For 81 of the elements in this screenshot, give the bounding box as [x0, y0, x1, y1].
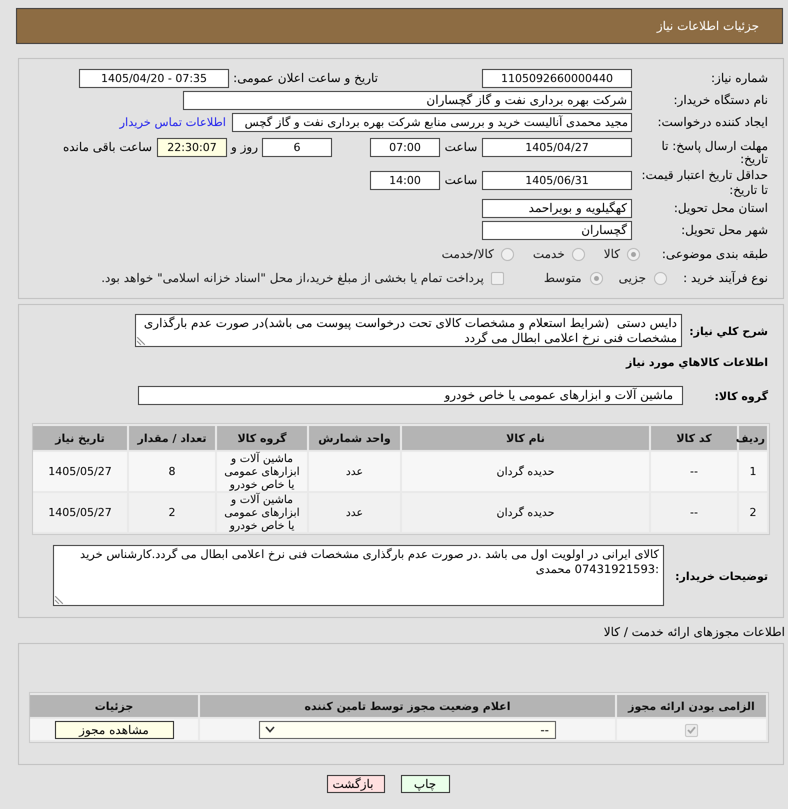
contact-link[interactable]: اطلاعات تماس خریدار	[119, 115, 226, 129]
date-field[interactable]: 1405/06/31	[482, 171, 632, 190]
field-label: ساعت	[444, 140, 478, 154]
field-label: شرح کلي نياز:	[689, 324, 768, 338]
table-cell: 2	[739, 493, 767, 532]
checkbox[interactable]	[490, 272, 504, 284]
field-label: تاریخ و ساعت اعلان عمومی:	[233, 71, 378, 85]
field-label: توضیحات خریدار:	[675, 570, 768, 582]
resize-grip-icon	[137, 337, 145, 345]
field-label: ایجاد کننده درخواست:	[657, 115, 768, 129]
table-cell: --	[651, 452, 737, 491]
province-field[interactable]: کهگیلویه و بویراحمد	[482, 198, 632, 218]
column-header: نام کالا	[402, 426, 649, 450]
requester-field[interactable]: مجید محمدی آنالیست خرید و بررسی منابع شرکت بهره برداری نفت و گاز گچس	[232, 112, 632, 132]
table-cell: 1405/05/27	[33, 452, 127, 491]
date-field[interactable]: 1405/04/27	[482, 138, 632, 157]
option-label: جزیی	[618, 271, 646, 285]
radio-button[interactable]	[590, 272, 603, 284]
column-header: الزامی بودن ارائه مجوز	[617, 695, 766, 717]
radio-button[interactable]	[627, 248, 640, 260]
check-icon	[687, 726, 696, 734]
column-header: گروه کالا	[217, 426, 307, 450]
column-header: تاریخ نیاز	[33, 426, 127, 450]
column-header: تعداد / مقدار	[129, 426, 215, 450]
radio-button[interactable]	[500, 248, 514, 260]
option-label: خدمت	[532, 247, 565, 261]
checkbox[interactable]	[685, 724, 698, 737]
print-button[interactable]: چاپ	[400, 775, 450, 793]
field-label: شهر محل تحویل:	[681, 223, 768, 237]
city-field[interactable]: گچساران	[482, 220, 632, 240]
description-field[interactable]: دایس دستی (شرایط استعلام و مشخصات کالای تحت درخواست پیوست می باشد)در صورت عدم بارگذاری مشخصات فنی نرخ اعلامی ابطال می گردد	[135, 314, 682, 347]
chevron-down-icon	[265, 726, 275, 733]
need-number-field[interactable]: 1105092660000440	[482, 68, 632, 88]
item-group-field[interactable]: ماشین آلات و ابزارهای عمومی یا خاص خودرو	[138, 386, 683, 405]
page-title: جزئیات اطلاعات نیاز	[656, 19, 759, 33]
table-cell: حدیده گردان	[402, 452, 649, 491]
table-cell: 1405/05/27	[33, 493, 127, 532]
column-header: کد کالا	[651, 426, 737, 450]
field-label: نام دستگاه خریدار:	[674, 93, 768, 107]
table-cell: 8	[129, 452, 215, 491]
section-title: اطلاعات مجوزهای ارائه خدمت / کالا	[604, 625, 785, 639]
table-cell: عدد	[309, 452, 400, 491]
column-header: واحد شمارش	[309, 426, 400, 450]
view-license-button[interactable]: مشاهده مجوز	[54, 720, 174, 738]
table-cell: 1	[739, 452, 767, 491]
radio-button[interactable]	[572, 248, 585, 260]
field-label: گروه کالا:	[714, 390, 768, 402]
days-field[interactable]: 6	[262, 138, 332, 157]
field-label: حداقل تاریخ اعتبار قیمت: تا تاریخ:	[641, 168, 768, 197]
resize-grip-icon	[55, 596, 63, 604]
table-cell: ماشین آلات و ابزارهای عمومی یا خاص خودرو	[217, 493, 307, 532]
field-label: روز و	[231, 140, 258, 154]
buyer-notes-field[interactable]: کالای ایرانی در اولویت اول می باشد .در صورت عدم بارگذاری مشخصات فنی نرخ اعلامی ابطال می گردد.کارشناس خرید :07431921593 محمدی	[53, 545, 664, 606]
buyer-name-field[interactable]: شرکت بهره برداری نفت و گاز گچساران	[183, 90, 632, 110]
column-header: ردیف	[739, 426, 767, 450]
field-label: مهلت ارسال پاسخ: تا تاریخ:	[661, 139, 768, 166]
field-label: طبقه بندی موضوعی:	[662, 247, 768, 261]
time-field[interactable]: 14:00	[370, 171, 440, 190]
field-label: ساعت باقی مانده	[62, 140, 152, 155]
table-cell: --	[651, 493, 737, 532]
checkbox-label: پرداخت تمام یا بخشی از مبلغ خرید،از محل "اسناد خزانه اسلامی" خواهد بود.	[101, 271, 484, 285]
table-cell: ماشین آلات و ابزارهای عمومی یا خاص خودرو	[217, 452, 307, 491]
column-header: اعلام وضعیت مجوز توسط تامین کننده	[200, 695, 615, 717]
field-label: ساعت	[444, 173, 478, 187]
time-field[interactable]: 07:00	[370, 138, 440, 157]
table-cell: عدد	[309, 493, 400, 532]
option-label: متوسط	[544, 271, 582, 285]
field-label: استان محل تحویل:	[674, 201, 768, 215]
table-cell: 2	[129, 493, 215, 532]
back-button[interactable]: بازگشت	[326, 775, 384, 793]
option-label: کالا	[604, 247, 620, 261]
field-label: شماره نیاز:	[711, 71, 768, 85]
section-title: اطلاعات کالاهاي مورد نياز	[626, 356, 768, 369]
option-label: کالا/خدمت	[442, 247, 494, 261]
column-header: جزئیات	[30, 695, 198, 717]
table-cell: حدیده گردان	[402, 493, 649, 532]
date-time-field[interactable]: 1405/04/20 - 07:35	[79, 68, 229, 88]
status-select[interactable]: --	[259, 720, 556, 738]
field-label: نوع فرآیند خرید :	[683, 271, 768, 285]
radio-button[interactable]	[654, 272, 667, 284]
countdown-field[interactable]: 22:30:07	[157, 138, 227, 157]
